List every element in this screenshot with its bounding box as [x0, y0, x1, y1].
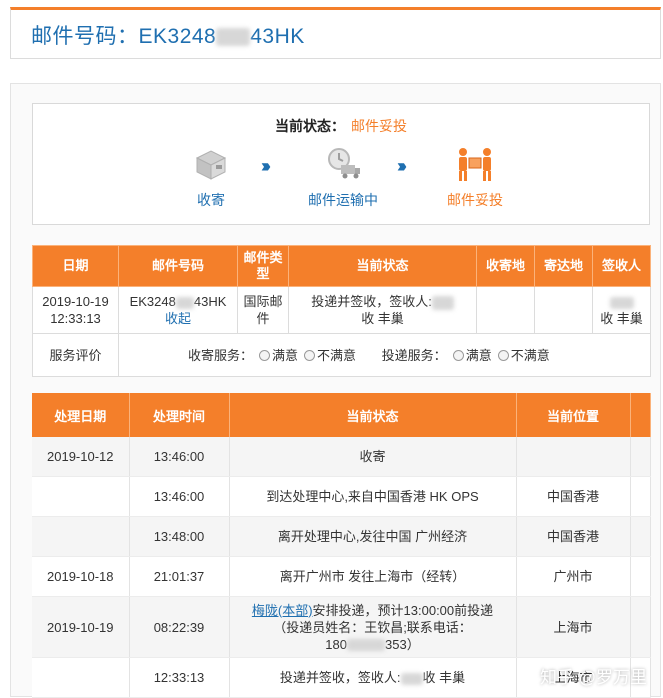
table-header-row: 处理日期 处理时间 当前状态 当前位置: [32, 393, 651, 437]
table-row: 2019-10-19 12:33:13 EK3248 43HK 收起 国际邮件 投…: [32, 286, 651, 334]
status-cell: 离开广州市 发往上海市（经转）: [229, 556, 517, 597]
send-service-label: 收寄服务：: [188, 347, 254, 363]
column-header: 当前状态: [288, 245, 477, 287]
current-status-value: 邮件妥投: [351, 118, 407, 134]
service-rating-options: 收寄服务： 满意 不满意 投递服务： 满意 不满意: [118, 333, 651, 377]
redacted-block: [175, 296, 194, 309]
service-rating-row: 服务评价 收寄服务： 满意 不满意 投递服务： 满意 不满意: [32, 333, 651, 377]
current-status-label: 当前状态：: [275, 118, 345, 134]
column-header: 处理日期: [32, 393, 130, 437]
table-header-row: 日期 邮件号码 邮件类型 当前状态 收寄地 寄达地 签收人: [32, 245, 651, 287]
step-arrow-icon: ›››: [397, 156, 407, 176]
redacted-block: [609, 296, 634, 309]
date-cell: 2019-10-12: [32, 437, 130, 477]
column-header: 当前状态: [229, 393, 517, 437]
step-arrow-icon: ›››: [261, 156, 271, 176]
redacted-block: [216, 28, 251, 47]
column-header: 寄达地: [534, 245, 593, 287]
table-row: 13:46:00 到达处理中心,来自中国香港 HK OPS 中国香港: [32, 476, 651, 517]
tracking-table: 处理日期 处理时间 当前状态 当前位置 2019-10-12 13:46:00 …: [32, 393, 651, 698]
column-header: 签收人: [592, 245, 651, 287]
table-row: 2019-10-18 21:01:37 离开广州市 发往上海市（经转） 广州市: [32, 556, 651, 597]
column-header: 处理时间: [129, 393, 230, 437]
delivery-truck-icon: [323, 146, 363, 182]
location-cell: 广州市: [516, 556, 631, 597]
step-delivered: 邮件妥投: [435, 146, 515, 210]
date-cell: [32, 657, 130, 698]
date-cell: [32, 516, 130, 557]
service-rating-label: 服务评价: [32, 333, 119, 377]
column-header: 邮件号码: [118, 245, 238, 287]
status-cell: 梅陇(本部)安排投递，预计13:00:00前投递 （投递员姓名：王钦昌;联系电话…: [229, 596, 517, 658]
status-cell: 离开处理中心,发往中国 广州经济: [229, 516, 517, 557]
destination-cell: [534, 286, 593, 334]
location-cell: 中国香港: [516, 516, 631, 557]
date-cell: [32, 476, 130, 517]
deliver-service-label: 投递服务：: [381, 347, 447, 363]
time-cell: 21:01:37: [129, 556, 230, 597]
time-cell: 13:46:00: [129, 437, 230, 477]
mail-number-header: 邮件号码：EK3248 43HK: [10, 7, 661, 59]
table-row: 2019-10-12 13:46:00 收寄: [32, 437, 651, 477]
mail-info-table: 日期 邮件号码 邮件类型 当前状态 收寄地 寄达地 签收人 2019-10-19…: [32, 245, 651, 377]
radio-deliver-unsatisfied[interactable]: [497, 349, 509, 361]
signer-cell: 收 丰巢: [592, 286, 651, 334]
location-cell: [516, 437, 631, 477]
step-label: 邮件妥投: [447, 192, 503, 208]
time-cell: 13:48:00: [129, 516, 230, 557]
date-cell: 2019-10-19: [32, 596, 130, 658]
mail-status-cell: 投递并签收，签收人: 收 丰巢: [288, 286, 477, 334]
current-status-line: 当前状态： 邮件妥投: [33, 116, 649, 136]
step-label: 收寄: [197, 192, 225, 208]
status-cell: 到达处理中心,来自中国香港 HK OPS: [229, 476, 517, 517]
mail-number-prefix: EK3248: [138, 25, 217, 48]
status-cell: 投递并签收，签收人: 收 丰巢: [229, 657, 517, 698]
mail-number-title: 邮件号码：EK3248 43HK: [31, 20, 305, 50]
table-row: 13:48:00 离开处理中心,发往中国 广州经济 中国香港: [32, 516, 651, 557]
step-label: 邮件运输中: [308, 192, 378, 208]
collapse-link[interactable]: 收起: [165, 311, 191, 326]
watermark: 知乎 @罗万里: [540, 668, 647, 687]
mail-type-cell: 国际邮件: [237, 286, 289, 334]
time-cell: 08:22:39: [129, 596, 230, 658]
step-received: 收寄: [183, 146, 239, 210]
handover-icon: [455, 146, 495, 182]
column-header: 收寄地: [476, 245, 535, 287]
scrollbar-header-cell: [630, 393, 651, 437]
column-header: 当前位置: [516, 393, 631, 437]
redacted-block: [431, 295, 454, 310]
origin-cell: [476, 286, 535, 334]
column-header: 日期: [32, 245, 119, 287]
status-progress-box: 当前状态： 邮件妥投 收寄 ››› 邮件运输中 ››› 邮件妥投: [32, 103, 650, 225]
radio-send-unsatisfied[interactable]: [304, 349, 316, 361]
table-row: 2019-10-19 08:22:39 梅陇(本部)安排投递，预计13:00:0…: [32, 596, 651, 658]
mail-number-suffix: 43HK: [250, 25, 305, 48]
redacted-block: [400, 672, 423, 685]
mail-number-label: 邮件号码：: [31, 25, 139, 48]
time-cell: 13:46:00: [129, 476, 230, 517]
radio-deliver-satisfied[interactable]: [452, 349, 464, 361]
mail-number-cell: EK3248 43HK 收起: [118, 286, 238, 334]
location-cell: 上海市: [516, 596, 631, 658]
mail-date-cell: 2019-10-19 12:33:13: [32, 286, 119, 334]
date-cell: 2019-10-18: [32, 556, 130, 597]
column-header: 邮件类型: [237, 245, 289, 287]
step-in-transit: 邮件运输中: [295, 146, 391, 210]
status-cell: 收寄: [229, 437, 517, 477]
delivery-office-link[interactable]: 梅陇(本部): [252, 603, 313, 618]
redacted-block: [347, 639, 385, 652]
time-cell: 12:33:13: [129, 657, 230, 698]
package-icon: [191, 146, 231, 182]
location-cell: 中国香港: [516, 476, 631, 517]
radio-send-satisfied[interactable]: [259, 349, 271, 361]
